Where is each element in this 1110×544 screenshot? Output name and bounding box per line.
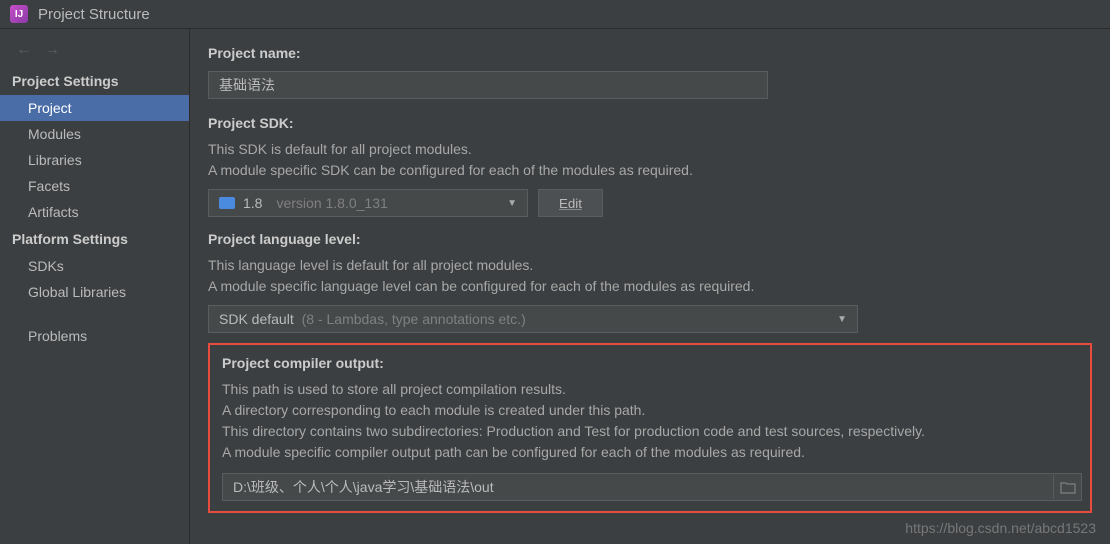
sidebar-item-facets[interactable]: Facets xyxy=(0,173,189,199)
window-title: Project Structure xyxy=(38,6,150,23)
desc-line: This directory contains two subdirectori… xyxy=(222,421,1078,442)
sidebar-item-label: Artifacts xyxy=(28,204,79,220)
sidebar-item-label: Project xyxy=(28,100,72,116)
intellij-icon: IJ xyxy=(10,5,28,23)
sidebar-item-problems[interactable]: Problems xyxy=(0,323,189,349)
desc-line: This language level is default for all p… xyxy=(208,255,1092,276)
compiler-output-desc: This path is used to store all project c… xyxy=(222,379,1078,463)
watermark-text: https://blog.csdn.net/abcd1523 xyxy=(905,520,1096,536)
sdk-selected-version: version 1.8.0_131 xyxy=(276,195,387,211)
compiler-output-label: Project compiler output: xyxy=(222,355,1078,371)
title-bar: IJ Project Structure xyxy=(0,0,1110,29)
sidebar-item-label: SDKs xyxy=(28,258,64,274)
sdk-selected-main: 1.8 xyxy=(243,195,262,211)
project-sdk-select[interactable]: 1.8 version 1.8.0_131 ▼ xyxy=(208,189,528,217)
project-sdk-desc: This SDK is default for all project modu… xyxy=(208,139,1092,181)
language-level-label: Project language level: xyxy=(208,231,1092,247)
edit-sdk-button[interactable]: Edit xyxy=(538,189,603,217)
language-level-desc: This language level is default for all p… xyxy=(208,255,1092,297)
forward-arrow-icon[interactable]: → xyxy=(44,41,60,59)
sidebar-item-label: Modules xyxy=(28,126,81,142)
sidebar-item-libraries[interactable]: Libraries xyxy=(0,147,189,173)
sidebar-heading-platform-settings: Platform Settings xyxy=(0,225,189,253)
main-panel: Project name: Project SDK: This SDK is d… xyxy=(190,29,1110,544)
project-name-label: Project name: xyxy=(208,45,1092,61)
sidebar-item-modules[interactable]: Modules xyxy=(0,121,189,147)
sidebar-item-label: Problems xyxy=(28,328,87,344)
sidebar: ← → Project Settings Project Modules Lib… xyxy=(0,29,190,544)
desc-line: A module specific language level can be … xyxy=(208,276,1092,297)
sidebar-item-label: Facets xyxy=(28,178,70,194)
sidebar-item-artifacts[interactable]: Artifacts xyxy=(0,199,189,225)
chevron-down-icon: ▼ xyxy=(837,314,847,325)
back-arrow-icon[interactable]: ← xyxy=(16,41,32,59)
desc-line: This SDK is default for all project modu… xyxy=(208,139,1092,160)
sidebar-heading-project-settings: Project Settings xyxy=(0,67,189,95)
chevron-down-icon: ▼ xyxy=(507,198,517,209)
sidebar-item-sdks[interactable]: SDKs xyxy=(0,253,189,279)
project-sdk-label: Project SDK: xyxy=(208,115,1092,131)
project-name-input[interactable] xyxy=(208,71,768,99)
sidebar-item-project[interactable]: Project xyxy=(0,95,189,121)
browse-folder-icon[interactable] xyxy=(1053,475,1081,499)
desc-line: A module specific SDK can be configured … xyxy=(208,160,1092,181)
lang-selected-sub: (8 - Lambdas, type annotations etc.) xyxy=(302,311,526,327)
desc-line: A directory corresponding to each module… xyxy=(222,400,1078,421)
desc-line: This path is used to store all project c… xyxy=(222,379,1078,400)
compiler-output-path-input[interactable] xyxy=(223,474,1053,500)
desc-line: A module specific compiler output path c… xyxy=(222,442,1078,463)
language-level-select[interactable]: SDK default (8 - Lambdas, type annotatio… xyxy=(208,305,858,333)
sidebar-item-label: Global Libraries xyxy=(28,284,126,300)
compiler-output-highlight: Project compiler output: This path is us… xyxy=(208,343,1092,513)
sidebar-item-label: Libraries xyxy=(28,152,82,168)
sidebar-item-global-libraries[interactable]: Global Libraries xyxy=(0,279,189,305)
lang-selected-main: SDK default xyxy=(219,311,294,327)
folder-icon xyxy=(219,197,235,209)
